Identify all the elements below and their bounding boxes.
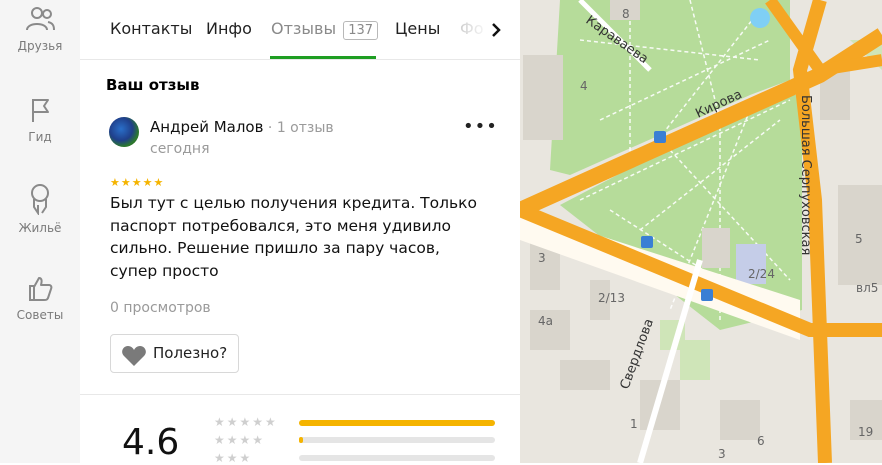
review-author[interactable]: Андрей Малов · 1 отзыв bbox=[150, 118, 334, 136]
tab-contacts[interactable]: Контакты bbox=[110, 19, 192, 38]
rating-bar bbox=[299, 437, 495, 443]
house-number: 1 bbox=[630, 417, 638, 431]
author-name[interactable]: Андрей Малов bbox=[150, 118, 263, 136]
sidebar-item-label: Жильё bbox=[18, 221, 62, 235]
house-number: 2/13 bbox=[598, 291, 625, 305]
rating-bar-fill bbox=[299, 420, 495, 426]
review-date: сегодня bbox=[150, 141, 210, 157]
section-title: Ваш отзыв bbox=[106, 76, 200, 94]
more-horizontal-icon[interactable]: ••• bbox=[463, 118, 497, 140]
house-number: 5 bbox=[855, 232, 863, 246]
reviews-count-badge: 137 bbox=[343, 21, 379, 40]
house-number: 3 bbox=[538, 251, 546, 265]
divider bbox=[80, 394, 520, 395]
map[interactable]: Караваева Кирова Большая Серпуховская Св… bbox=[520, 0, 882, 463]
organization-panel: Контакты Инфо Отзывы 137 Цены Фо Ваш отз… bbox=[80, 0, 520, 465]
thumbs-up-icon bbox=[29, 277, 53, 301]
helpful-label: Полезно? bbox=[153, 344, 228, 362]
sidebar-item-tips[interactable]: Советы bbox=[0, 274, 80, 322]
house-number: 8 bbox=[622, 7, 630, 21]
sidebar-item-friends[interactable]: Друзья bbox=[0, 5, 80, 53]
house-number: 19 bbox=[858, 425, 873, 439]
left-rail: Друзья Гид Жильё Советы bbox=[0, 0, 80, 463]
tab-prices[interactable]: Цены bbox=[395, 19, 440, 38]
tab-reviews-label: Отзывы bbox=[271, 19, 337, 38]
active-tab-indicator bbox=[270, 56, 376, 59]
rating-bar bbox=[299, 420, 495, 426]
sidebar-item-label: Советы bbox=[16, 308, 64, 322]
house-number: 3 bbox=[718, 447, 726, 461]
review-views: 0 просмотров bbox=[110, 300, 211, 316]
house-number: 6 bbox=[757, 434, 765, 448]
rating-row-stars: ★★★★★ bbox=[214, 415, 278, 429]
overall-rating: 4.6 bbox=[122, 422, 180, 463]
flag-icon bbox=[32, 99, 49, 122]
sidebar-item-label: Друзья bbox=[17, 39, 63, 53]
author-review-count: 1 отзыв bbox=[276, 120, 334, 136]
rating-bar bbox=[299, 455, 495, 461]
sidebar-item-housing[interactable]: Жильё bbox=[0, 183, 80, 235]
tab-info[interactable]: Инфо bbox=[206, 19, 252, 38]
review-stars: ★★★★★ bbox=[110, 176, 165, 189]
house-number: 4а bbox=[538, 314, 553, 328]
sidebar-item-guide[interactable]: Гид bbox=[0, 96, 80, 144]
tab-bar: Контакты Инфо Отзывы 137 Цены Фо bbox=[80, 0, 520, 60]
house-number: 4 bbox=[580, 79, 588, 93]
friends-icon bbox=[26, 7, 55, 31]
rating-bar-fill bbox=[299, 437, 303, 443]
helpful-button[interactable]: Полезно? bbox=[110, 334, 239, 373]
chevron-right-icon[interactable] bbox=[484, 18, 508, 42]
heart-icon bbox=[122, 346, 146, 366]
home-pin-icon bbox=[31, 184, 49, 215]
rating-row-stars: ★★★★ bbox=[214, 433, 266, 447]
house-number: вл5 bbox=[856, 281, 878, 295]
tab-reviews[interactable]: Отзывы 137 bbox=[271, 19, 379, 40]
house-number: 2/24 bbox=[748, 267, 775, 281]
avatar[interactable] bbox=[109, 117, 139, 147]
sidebar-item-label: Гид bbox=[28, 130, 52, 144]
street-label: Большая Серпуховская bbox=[798, 95, 813, 255]
review-text: Был тут с целью получения кредита. Тольк… bbox=[110, 194, 478, 280]
